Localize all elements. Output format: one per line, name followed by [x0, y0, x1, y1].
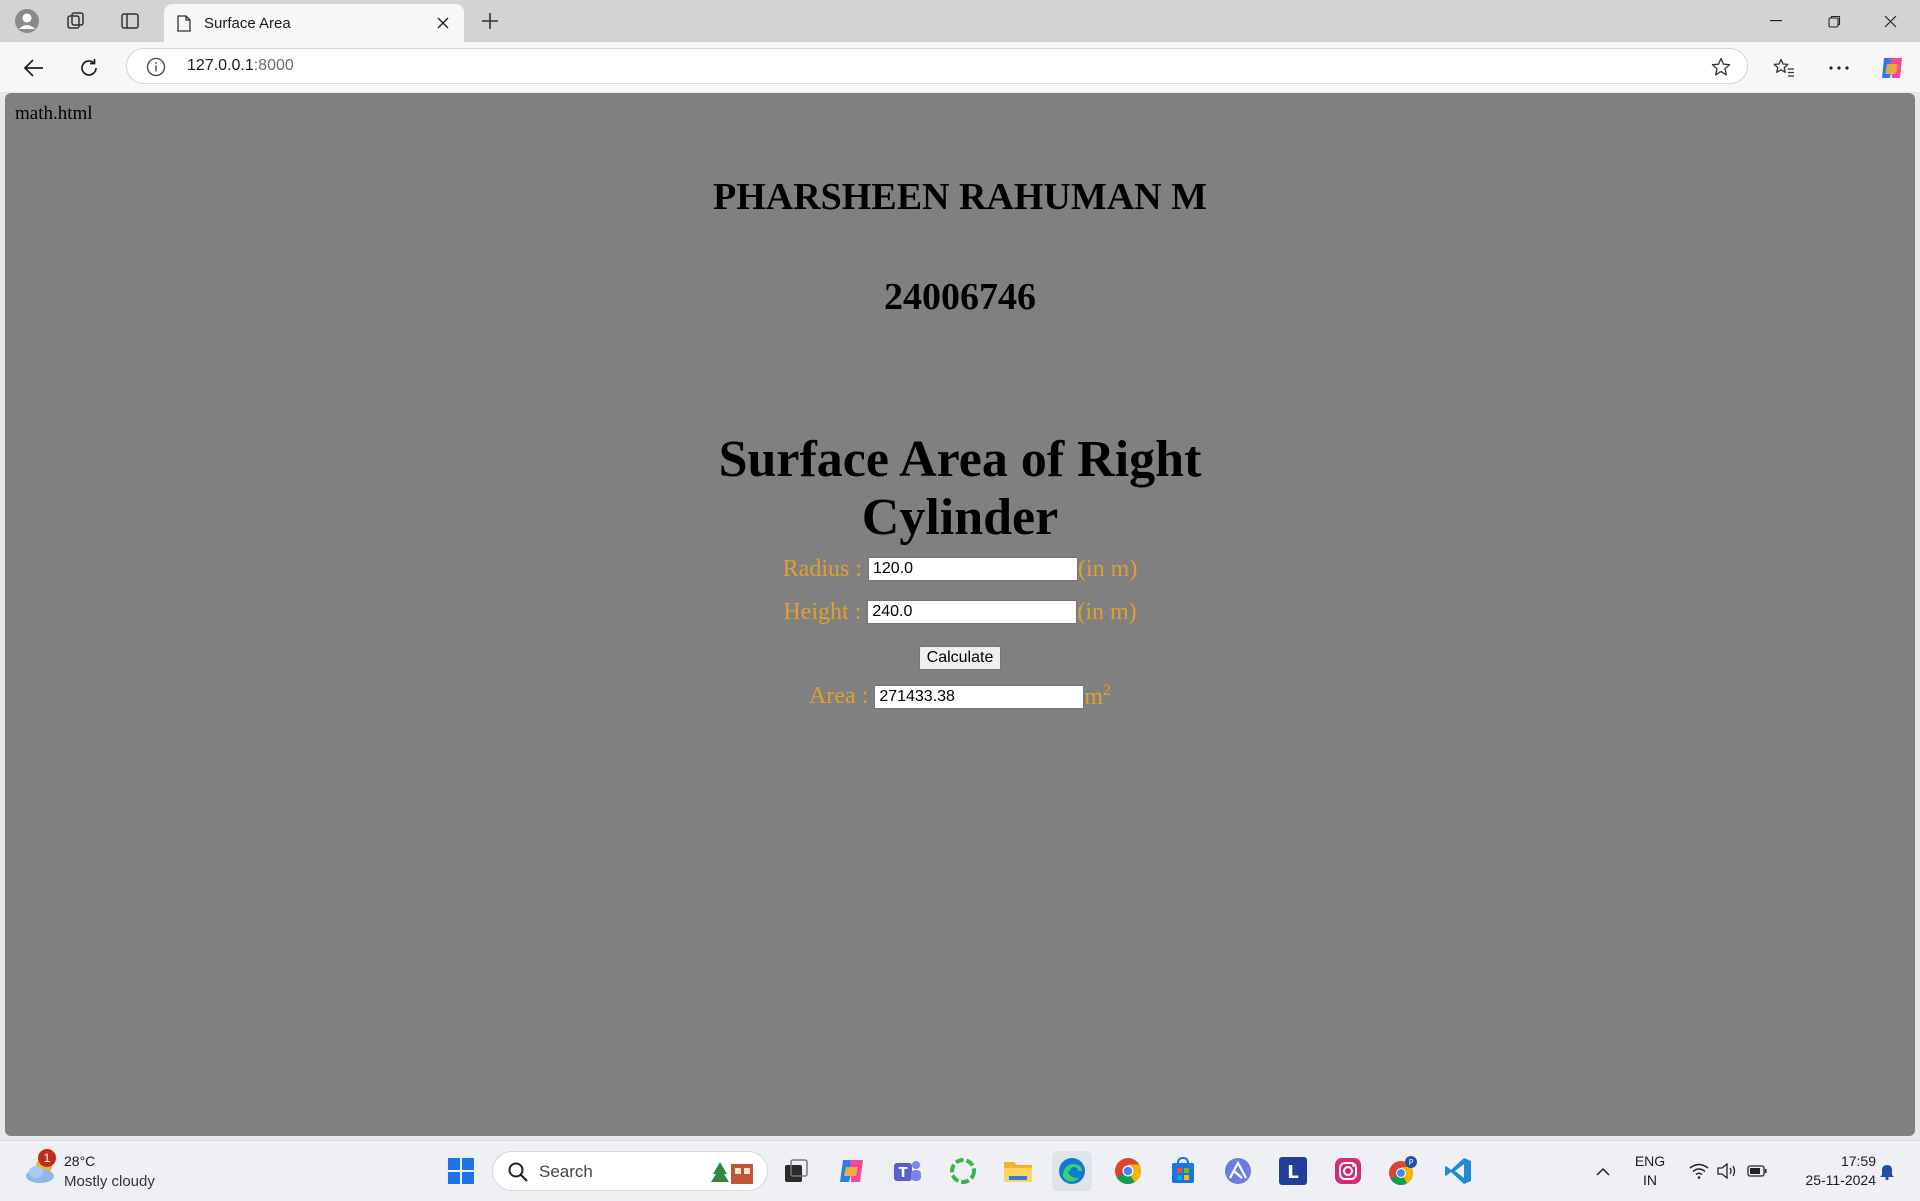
new-tab-icon[interactable]: [476, 7, 504, 35]
heading-line-2: Cylinder: [861, 489, 1059, 546]
height-row: Height : (in m): [5, 598, 1915, 626]
filename-text: math.html: [15, 103, 93, 124]
height-input[interactable]: [867, 600, 1078, 625]
area-unit: m2: [1084, 682, 1111, 710]
taskbar-search[interactable]: Search: [492, 1151, 768, 1191]
author-name: PHARSHEEN RAHUMAN M: [713, 176, 1207, 218]
search-icon: [508, 1162, 528, 1182]
browser-toolbar: 127.0.0.1:8000: [0, 42, 1920, 92]
profile-icon[interactable]: [13, 7, 41, 35]
copilot-icon[interactable]: [1876, 52, 1908, 84]
start-icon[interactable]: [441, 1151, 481, 1191]
clock-time: 17:59: [1840, 1153, 1876, 1169]
volume-icon[interactable]: [1714, 1141, 1740, 1201]
area-row: Area : m2: [5, 682, 1915, 711]
refresh-icon[interactable]: [73, 52, 105, 84]
vscode-icon[interactable]: [1438, 1151, 1478, 1191]
calculate-button[interactable]: Calculate: [918, 646, 1002, 670]
svg-text:P: P: [1409, 1158, 1414, 1167]
back-icon[interactable]: [18, 52, 50, 84]
search-highlight-icon: [711, 1162, 753, 1184]
weather-temperature: 28°C: [64, 1153, 96, 1169]
active-tab[interactable]: Surface Area: [164, 4, 464, 42]
tab-title: Surface Area: [204, 14, 291, 32]
address-host: 127.0.0.1: [187, 57, 254, 74]
address-bar[interactable]: 127.0.0.1:8000: [126, 48, 1748, 84]
copilot-taskbar-icon[interactable]: [832, 1151, 872, 1191]
address-url[interactable]: 127.0.0.1:8000: [187, 57, 294, 75]
svg-text:L: L: [1287, 1162, 1298, 1183]
favorites-icon[interactable]: [1768, 52, 1800, 84]
register-number: 24006746: [884, 276, 1036, 318]
height-label: Height :: [783, 598, 868, 625]
workspaces-icon[interactable]: [62, 7, 90, 35]
language-code: ENG: [1634, 1153, 1666, 1169]
document-icon: [174, 13, 194, 33]
notification-bell-icon[interactable]: [1874, 1141, 1900, 1201]
show-hidden-icons[interactable]: [1590, 1141, 1616, 1201]
vertical-tabs-icon[interactable]: [116, 7, 144, 35]
radius-label: Radius :: [782, 555, 868, 582]
area-unit-exponent: 2: [1102, 682, 1111, 699]
address-port: :8000: [253, 57, 294, 74]
instagram-icon[interactable]: [1328, 1151, 1368, 1191]
calculate-row: Calculate: [5, 642, 1915, 670]
area-label: Area :: [809, 683, 875, 709]
search-label: Search: [539, 1162, 593, 1181]
more-options-icon[interactable]: [1823, 52, 1855, 84]
vector-app-icon[interactable]: [1218, 1151, 1258, 1191]
circle-app-icon[interactable]: [943, 1151, 983, 1191]
l-app-icon[interactable]: L: [1273, 1151, 1313, 1191]
close-tab-icon[interactable]: [430, 10, 456, 36]
teams-icon[interactable]: T: [887, 1151, 927, 1191]
site-info-icon[interactable]: [145, 56, 167, 78]
task-view-icon[interactable]: [776, 1151, 816, 1191]
language-indicator[interactable]: ENG IN: [1626, 1141, 1674, 1201]
chrome-icon[interactable]: [1108, 1151, 1148, 1191]
minimize-icon[interactable]: [1748, 0, 1804, 42]
battery-icon[interactable]: [1744, 1141, 1770, 1201]
store-icon[interactable]: [1163, 1151, 1203, 1191]
edge-icon[interactable]: [1052, 1151, 1092, 1191]
weather-widget[interactable]: 1 28°C Mostly cloudy: [20, 1149, 220, 1193]
chrome-profile-icon[interactable]: P: [1383, 1151, 1423, 1191]
page-viewport: math.html PHARSHEEN RAHUMAN M 24006746 S…: [5, 93, 1915, 1136]
weather-description: Mostly cloudy: [64, 1173, 155, 1190]
notification-badge: 1: [38, 1149, 56, 1167]
radius-input[interactable]: [868, 557, 1078, 582]
radius-unit: (in m): [1078, 555, 1138, 582]
height-unit: (in m): [1077, 598, 1137, 625]
file-explorer-icon[interactable]: [998, 1151, 1038, 1191]
page-heading: Surface Area of Right Cylinder: [660, 431, 1260, 547]
area-unit-base: m: [1084, 684, 1103, 710]
favorite-star-icon[interactable]: [1709, 55, 1733, 79]
region-code: IN: [1643, 1172, 1657, 1188]
clock[interactable]: 17:59 25-11-2024: [1776, 1141, 1876, 1201]
close-window-icon[interactable]: [1862, 0, 1918, 42]
clock-date: 25-11-2024: [1805, 1172, 1876, 1188]
tab-bar: Surface Area: [0, 0, 1920, 42]
restore-icon[interactable]: [1806, 0, 1862, 42]
radius-row: Radius : (in m): [5, 555, 1915, 583]
taskbar: 1 28°C Mostly cloudy Search T L P ENG IN…: [0, 1140, 1920, 1201]
wifi-icon[interactable]: [1686, 1141, 1712, 1201]
svg-text:T: T: [899, 1166, 908, 1181]
heading-line-1: Surface Area of Right: [718, 431, 1202, 488]
area-output[interactable]: [874, 684, 1085, 709]
